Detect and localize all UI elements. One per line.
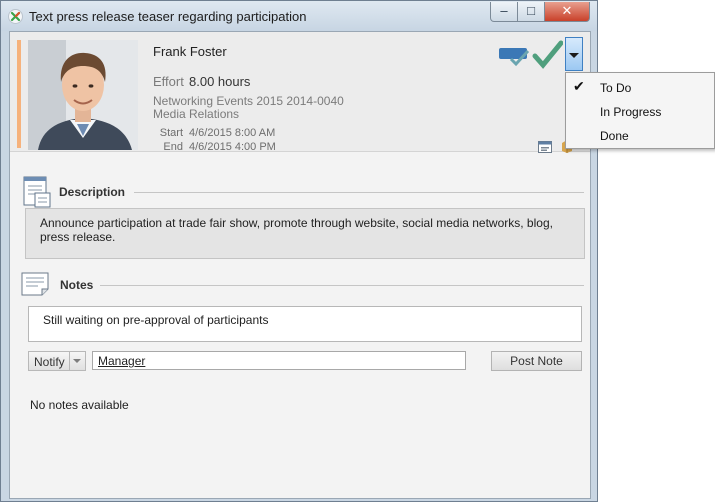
start-value: 4/6/2015 8:00 AM [189,127,276,139]
chevron-down-icon [569,53,579,58]
notify-recipient-field[interactable]: Manager [92,351,466,370]
assigned-check-icon[interactable] [499,48,530,67]
close-icon: ✕ [561,3,573,18]
description-text[interactable]: Announce participation at trade fair sho… [25,208,585,259]
minimize-icon: – [500,3,508,18]
menu-item-label: To Do [600,81,632,95]
notes-heading: Notes [60,278,94,292]
assignee-name: Frank Foster [153,44,227,59]
topic-name: Media Relations [153,107,240,121]
notes-doc-icon [21,272,51,296]
project-name[interactable]: Networking Events 2015 2014-0040 [153,94,344,108]
menu-item-label: Done [600,129,629,143]
minimize-button[interactable]: – [490,2,518,22]
notify-label: Notify [34,355,65,369]
description-divider [134,192,584,193]
task-window: Text press release teaser regarding part… [0,0,598,502]
end-value: 4/6/2015 4:00 PM [189,141,276,153]
description-doc-icon [23,176,51,208]
app-x-icon [8,9,23,24]
empty-notes-message: No notes available [30,398,129,412]
post-note-button[interactable]: Post Note [491,351,582,371]
notify-dropdown[interactable]: Notify [28,351,86,371]
task-header: Frank Foster Effort 8.00 hours Networkin… [10,32,590,153]
status-dropdown-menu: ✔ To Do In Progress Done [565,72,715,149]
assignee-avatar [28,40,138,150]
window-title: Text press release teaser regarding part… [29,9,307,24]
menu-item-in-progress[interactable]: In Progress [566,99,714,123]
title-bar[interactable]: Text press release teaser regarding part… [1,1,597,31]
description-heading: Description [59,185,126,199]
calendar-icon[interactable] [538,140,552,153]
priority-accent-bar [17,40,21,148]
menu-item-label: In Progress [600,105,662,119]
task-detail-panel: Frank Foster Effort 8.00 hours Networkin… [9,31,591,499]
menu-item-to-do[interactable]: ✔ To Do [566,75,714,99]
complete-check-icon[interactable] [532,40,564,69]
notes-divider [100,285,584,286]
effort-label: Effort [153,74,184,89]
close-button[interactable]: ✕ [544,2,590,22]
menu-item-done[interactable]: Done [566,123,714,147]
status-dropdown-toggle[interactable] [565,37,583,71]
maximize-icon: □ [527,3,535,18]
start-label: Start [159,127,183,139]
notify-separator [69,352,70,370]
chevron-down-icon [73,359,81,363]
end-label: End [163,141,183,153]
effort-value: 8.00 hours [189,74,251,89]
note-input[interactable]: Still waiting on pre-approval of partici… [28,306,582,342]
maximize-button[interactable]: □ [517,2,545,22]
check-icon: ✔ [573,78,585,94]
